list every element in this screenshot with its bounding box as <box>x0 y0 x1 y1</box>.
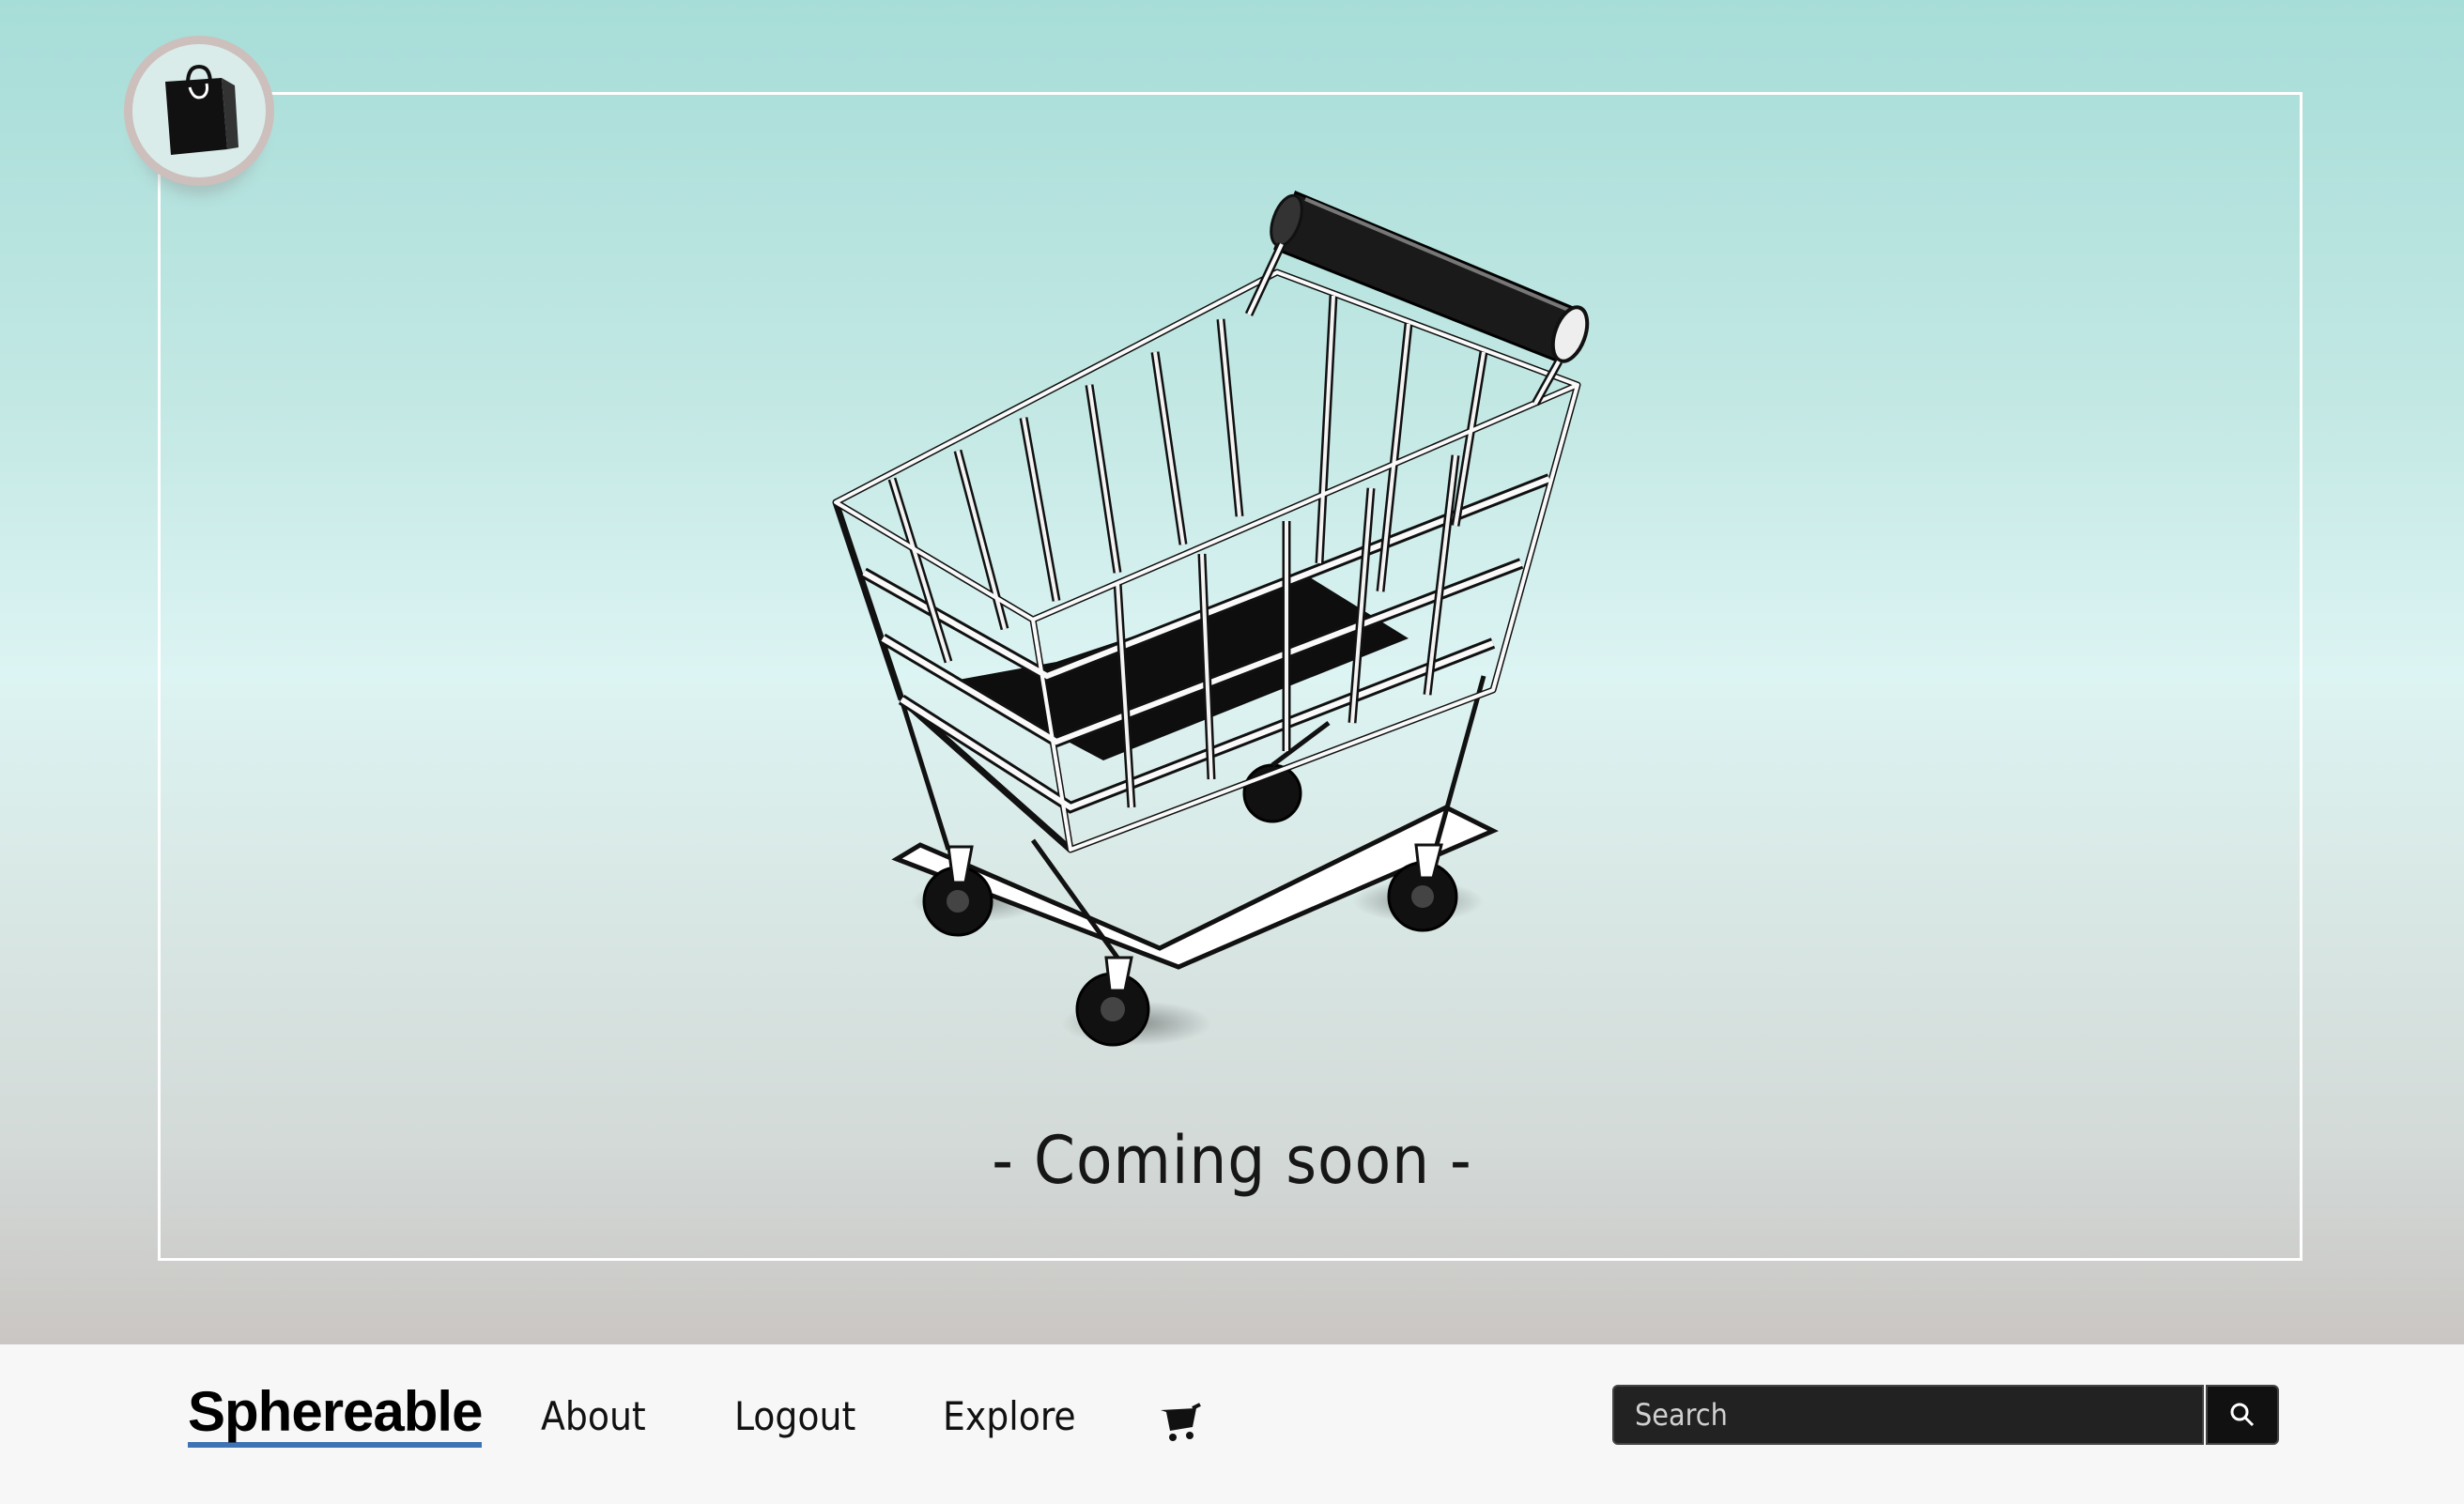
nav-link-logout[interactable]: Logout <box>734 1393 855 1440</box>
nav-link-about[interactable]: About <box>541 1393 646 1440</box>
cart-icon[interactable] <box>1157 1399 1202 1444</box>
search-icon <box>2230 1403 2255 1427</box>
shopping-bag-icon <box>165 64 239 155</box>
hero-section: - Coming soon - <box>0 0 2464 1344</box>
search-button[interactable] <box>2206 1385 2279 1445</box>
nav-link-explore[interactable]: Explore <box>943 1393 1076 1440</box>
coming-soon-message: - Coming soon - <box>992 1122 1472 1199</box>
shopping-cart-illustration <box>832 191 1590 1047</box>
brand-logo[interactable]: Sphereable <box>188 1384 483 1448</box>
logo-badge[interactable] <box>124 36 274 186</box>
search-input[interactable] <box>1612 1385 2204 1445</box>
